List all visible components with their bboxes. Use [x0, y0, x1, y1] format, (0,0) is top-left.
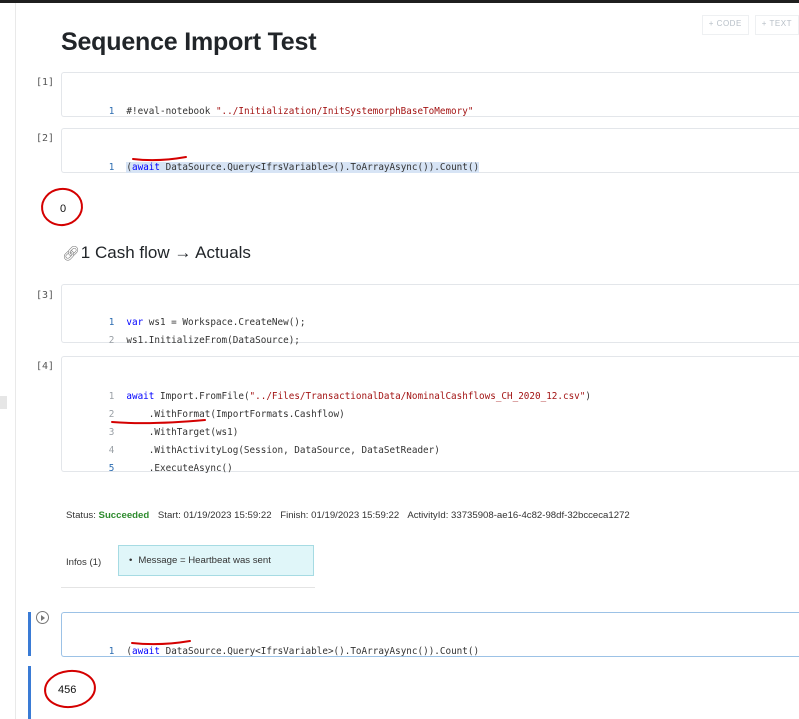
status-value: Succeeded: [98, 510, 150, 521]
code-text: .Query<IfrsVariable>().ToArrayAsync()).C…: [221, 646, 480, 657]
code-line[interactable]: 1 #!eval-notebook "../Initialization/Init…: [62, 85, 474, 117]
cell-toolbar: + CODE + TEXT: [701, 15, 799, 35]
info-message: Message = Heartbeat was sent: [138, 555, 271, 566]
code-cell-5[interactable]: 1 (await DataSource.Query<IfrsVariable>()…: [61, 612, 799, 657]
code-text: .ExecuteAsync(): [126, 463, 233, 474]
code-datasource: DataSource: [165, 162, 222, 173]
code-datasource: DataSource: [165, 646, 222, 657]
cell-4-prompt: [4]: [36, 361, 55, 372]
code-text: ): [585, 391, 591, 402]
code-text: ws1.InitializeFrom(DataSource);: [126, 335, 300, 346]
status-label: Status:: [66, 510, 96, 521]
link-icon[interactable]: 🔗︎: [62, 245, 80, 261]
code-line[interactable]: 4 .WithActivityLog(Session, DataSource, …: [62, 424, 440, 456]
selected-code: (await DataSource.Query<IfrsVariable>().…: [126, 162, 480, 173]
section-heading: 🔗︎1 Cash flow → Actuals: [62, 243, 251, 263]
cell-5-output: 456: [58, 684, 77, 696]
finish-value: 01/19/2023 15:59:22: [311, 510, 400, 521]
code-line[interactable]: 1 await Import.FromFile("../Files/Transac…: [62, 370, 591, 402]
cell-2-output: 0: [60, 203, 67, 215]
code-text: #!eval-notebook: [126, 106, 216, 117]
code-line[interactable]: 1 (await DataSource.Query<IfrsVariable>()…: [62, 141, 480, 173]
code-line[interactable]: 1 (await DataSource.Query<IfrsVariable>()…: [62, 625, 479, 657]
output-cell-indicator: [28, 666, 31, 719]
code-cell-3[interactable]: 1 var ws1 = Workspace.CreateNew(); 2 ws1.I…: [61, 284, 799, 346]
cell-3-prompt: [3]: [36, 290, 55, 301]
start-value: 01/19/2023 15:59:22: [183, 510, 272, 521]
add-code-button[interactable]: + CODE: [701, 15, 749, 35]
code-keyword: await: [132, 162, 160, 173]
activity-id: 33735908-ae16-4c82-98df-32bcceca1272: [451, 510, 630, 521]
import-status-line: Status: Succeeded Start: 01/19/2023 15:5…: [66, 510, 630, 521]
code-text: .Query<IfrsVariable>().ToArrayAsync()).C…: [221, 162, 480, 173]
line-number: 1: [108, 106, 115, 117]
left-gutter-line: [15, 3, 16, 719]
code-line[interactable]: 5 .ExecuteAsync(): [62, 442, 233, 474]
activity-label: ActivityId:: [407, 510, 449, 521]
code-cell-1[interactable]: 1 #!eval-notebook "../Initialization/Init…: [61, 72, 799, 117]
code-line[interactable]: 2 ws1.InitializeFrom(DataSource);: [62, 314, 300, 346]
line-number: 2: [108, 335, 115, 346]
cell-2-prompt: [2]: [36, 133, 55, 144]
code-cell-4[interactable]: 1 await Import.FromFile("../Files/Transac…: [61, 356, 799, 474]
line-number: 1: [108, 646, 115, 657]
infos-label: Infos (1): [66, 557, 102, 568]
output-divider: [61, 587, 315, 588]
active-cell-indicator: [28, 612, 31, 656]
code-line[interactable]: 3 .WithTarget(ws1): [62, 406, 239, 438]
run-cell-icon[interactable]: [36, 611, 49, 624]
notebook-title: Sequence Import Test: [61, 28, 317, 56]
line-number: 1: [108, 162, 115, 173]
finish-label: Finish:: [280, 510, 309, 521]
cell-1-prompt: [1]: [36, 77, 55, 88]
top-edge-bar: [0, 0, 799, 3]
code-line[interactable]: 1 var ws1 = Workspace.CreateNew();: [62, 296, 306, 328]
left-panel-handle[interactable]: [0, 396, 7, 409]
code-keyword: await: [132, 646, 160, 657]
add-text-button[interactable]: + TEXT: [754, 15, 799, 35]
code-line[interactable]: 2 .WithFormat(ImportFormats.Cashflow): [62, 388, 345, 420]
code-cell-2[interactable]: 1 (await DataSource.Query<IfrsVariable>()…: [61, 128, 799, 173]
bullet: •: [129, 555, 133, 566]
section-heading-text: 1 Cash flow → Actuals: [80, 243, 251, 262]
code-string: "../Initialization/InitSystemorphBaseToM…: [215, 106, 474, 117]
line-number: 5: [108, 463, 115, 474]
info-message-box: • Message = Heartbeat was sent: [118, 545, 314, 576]
start-label: Start:: [157, 510, 181, 521]
